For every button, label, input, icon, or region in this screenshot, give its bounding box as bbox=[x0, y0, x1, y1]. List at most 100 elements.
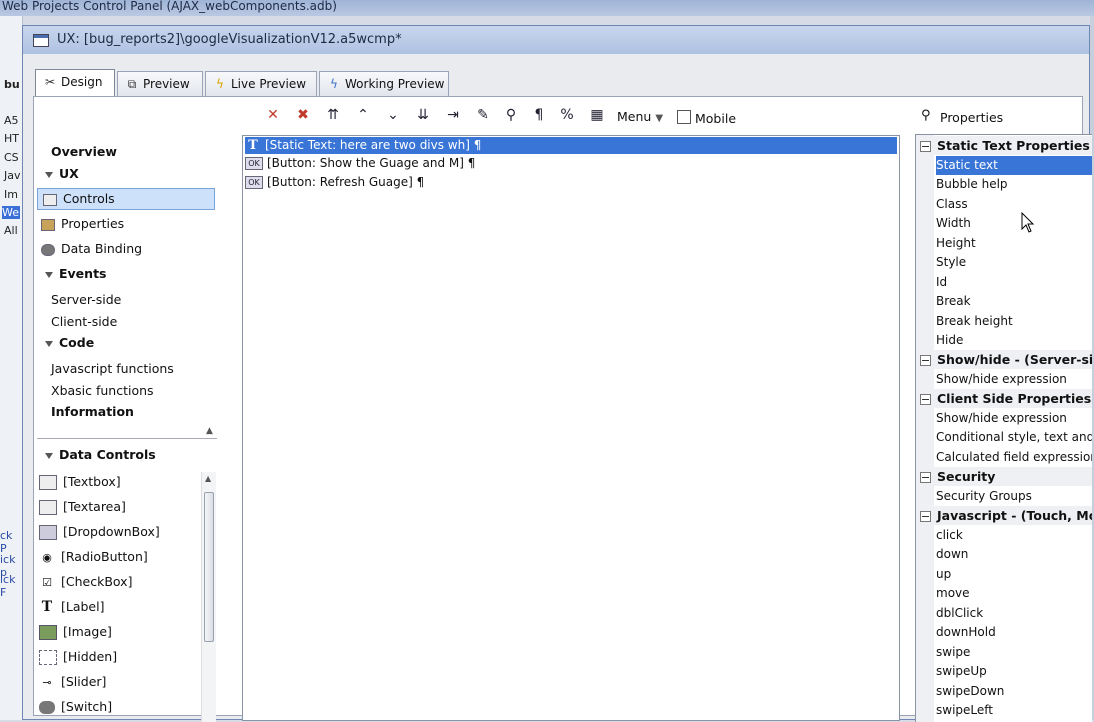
nav-overview[interactable]: Overview bbox=[51, 144, 117, 159]
prop-show-hide-expression[interactable]: Show/hide expression bbox=[936, 370, 1092, 389]
edit-icon[interactable]: ✎ bbox=[473, 107, 493, 123]
prop-event-downhold[interactable]: downHold bbox=[936, 623, 1092, 642]
nav-server-side[interactable]: Server-side bbox=[51, 292, 121, 307]
search-icon[interactable]: ⚲ bbox=[501, 107, 521, 123]
prop-event-swipeleft[interactable]: swipeLeft bbox=[936, 701, 1092, 720]
indent-icon[interactable]: ⇥ bbox=[443, 107, 463, 123]
prop-group-client-side[interactable]: Client Side Properties bbox=[916, 389, 1092, 408]
prop-client-show-hide[interactable]: Show/hide expression bbox=[936, 409, 1092, 428]
data-controls-scrollbar[interactable]: ▲ bbox=[201, 472, 216, 722]
background-list-item[interactable]: All bbox=[4, 224, 18, 237]
data-control-checkbox[interactable]: ☑ [CheckBox] bbox=[39, 574, 132, 589]
prop-static-text[interactable]: Static text bbox=[936, 156, 1092, 175]
prop-event-down[interactable]: down bbox=[936, 545, 1092, 564]
background-list-item[interactable]: Im bbox=[4, 188, 18, 201]
prop-security-groups[interactable]: Security Groups bbox=[936, 487, 1092, 506]
prop-conditional-style[interactable]: Conditional style, text and eve bbox=[936, 428, 1092, 447]
move-top-icon[interactable]: ⇈ bbox=[323, 107, 343, 123]
prop-calculated-field[interactable]: Calculated field expression bbox=[936, 448, 1092, 467]
tree-row[interactable]: OK [Button: Refresh Guage] ¶ bbox=[245, 174, 424, 191]
prop-group-show-hide[interactable]: Show/hide - (Server-side bbox=[916, 350, 1092, 369]
background-list-item[interactable]: A5 bbox=[4, 114, 19, 127]
prop-event-click[interactable]: click bbox=[936, 526, 1092, 545]
controls-tree[interactable]: T [Static Text: here are two divs wh] ¶ O… bbox=[242, 135, 900, 721]
prop-break[interactable]: Break bbox=[936, 292, 1092, 311]
prop-width[interactable]: Width bbox=[936, 214, 1092, 233]
prop-group-javascript[interactable]: Javascript - (Touch, Mou bbox=[916, 506, 1092, 525]
properties-grid[interactable]: Static Text Properties Static text Bubbl… bbox=[915, 134, 1092, 722]
background-list-item[interactable]: CS bbox=[4, 151, 19, 164]
prop-event-up[interactable]: up bbox=[936, 565, 1092, 584]
move-up-icon[interactable]: ⌃ bbox=[353, 107, 373, 123]
prop-event-dblclick[interactable]: dblClick bbox=[936, 604, 1092, 623]
prop-bubble-help[interactable]: Bubble help bbox=[936, 175, 1092, 194]
data-control-hidden[interactable]: [Hidden] bbox=[39, 649, 117, 665]
nav-ux[interactable]: UX bbox=[45, 166, 79, 181]
tab-preview[interactable]: ⧉ Preview bbox=[117, 71, 203, 96]
data-control-dropdownbox[interactable]: [DropdownBox] bbox=[39, 524, 160, 540]
percent-icon[interactable]: % bbox=[557, 107, 577, 123]
data-control-image[interactable]: [Image] bbox=[39, 624, 112, 640]
background-toolbar-text: bu bbox=[4, 78, 20, 91]
scroll-up-icon[interactable]: ▲ bbox=[205, 474, 211, 483]
preview-icon: ⧉ bbox=[127, 77, 137, 91]
menu-button[interactable]: Menu ▼ bbox=[617, 109, 663, 124]
nav-information[interactable]: Information bbox=[51, 404, 134, 419]
mobile-checkbox[interactable] bbox=[677, 110, 691, 124]
nav-data-binding[interactable]: Data Binding bbox=[41, 241, 142, 256]
prop-group-security[interactable]: Security bbox=[916, 467, 1092, 486]
nav-client-side[interactable]: Client-side bbox=[51, 314, 117, 329]
background-list-item[interactable]: HT bbox=[4, 132, 19, 145]
background-link[interactable]: ck P bbox=[0, 529, 22, 555]
nav-code[interactable]: Code bbox=[45, 335, 94, 350]
nav-xbasic-functions[interactable]: Xbasic functions bbox=[51, 383, 154, 398]
nav-controls[interactable]: Controls bbox=[43, 191, 115, 206]
tab-working-preview[interactable]: ϟ Working Preview bbox=[319, 71, 449, 96]
background-link[interactable]: ick F bbox=[0, 573, 22, 599]
data-control-slider[interactable]: ⊸ [Slider] bbox=[39, 674, 106, 689]
delete-icon[interactable]: ✖ bbox=[293, 107, 313, 123]
background-list-item-selected[interactable]: We bbox=[2, 206, 20, 219]
collapse-up-icon[interactable]: ▲ bbox=[206, 426, 213, 436]
background-list-item[interactable]: Jav bbox=[4, 169, 21, 182]
tab-live-preview[interactable]: ϟ Live Preview bbox=[205, 71, 317, 96]
prop-height[interactable]: Height bbox=[936, 234, 1092, 253]
prop-event-swipedown[interactable]: swipeDown bbox=[936, 682, 1092, 701]
collapse-icon[interactable] bbox=[920, 141, 931, 152]
prop-break-height[interactable]: Break height bbox=[936, 312, 1092, 331]
tree-row[interactable]: OK [Button: Show the Guage and M] ¶ bbox=[245, 155, 475, 172]
data-control-textbox[interactable]: [Textbox] bbox=[39, 474, 121, 490]
collapse-icon[interactable] bbox=[920, 355, 931, 366]
tree-row-selected[interactable]: T [Static Text: here are two divs wh] ¶ bbox=[245, 137, 897, 154]
data-control-textarea[interactable]: [Textarea] bbox=[39, 499, 126, 515]
grid-icon[interactable]: ▦ bbox=[587, 107, 607, 123]
pilcrow-icon[interactable]: ¶ bbox=[529, 107, 549, 123]
collapse-icon[interactable] bbox=[920, 394, 931, 405]
collapse-icon[interactable] bbox=[920, 511, 931, 522]
data-controls-header[interactable]: Data Controls bbox=[45, 447, 156, 462]
data-control-switch[interactable]: [Switch] bbox=[39, 699, 112, 714]
prop-event-swipeup[interactable]: swipeUp bbox=[936, 662, 1092, 681]
prop-group-static-text[interactable]: Static Text Properties bbox=[916, 136, 1092, 155]
prop-event-move[interactable]: move bbox=[936, 584, 1092, 603]
prop-style[interactable]: Style bbox=[936, 253, 1092, 272]
data-control-radiobutton[interactable]: ◉ [RadioButton] bbox=[39, 549, 148, 564]
nav-events[interactable]: Events bbox=[45, 266, 106, 281]
prop-hide[interactable]: Hide bbox=[936, 331, 1092, 350]
scrollbar-thumb[interactable] bbox=[204, 492, 214, 642]
move-bottom-icon[interactable]: ⇊ bbox=[413, 107, 433, 123]
delete-all-icon[interactable]: ✕ bbox=[263, 107, 283, 123]
splitter[interactable] bbox=[37, 438, 217, 439]
move-down-icon[interactable]: ⌄ bbox=[383, 107, 403, 123]
nav-properties[interactable]: Properties bbox=[41, 216, 124, 231]
lightning-icon: ϟ bbox=[216, 77, 224, 91]
window-title-bar[interactable]: UX: [bug_reports2]\googleVisualizationV1… bbox=[23, 26, 1089, 54]
properties-panel-title: Properties bbox=[940, 110, 1004, 125]
prop-event-swipe[interactable]: swipe bbox=[936, 643, 1092, 662]
nav-javascript-functions[interactable]: Javascript functions bbox=[51, 361, 174, 376]
prop-class[interactable]: Class bbox=[936, 195, 1092, 214]
tab-design[interactable]: ✂ Design bbox=[35, 69, 115, 96]
collapse-icon[interactable] bbox=[920, 472, 931, 483]
data-control-label[interactable]: T [Label] bbox=[39, 599, 105, 614]
prop-id[interactable]: Id bbox=[936, 273, 1092, 292]
